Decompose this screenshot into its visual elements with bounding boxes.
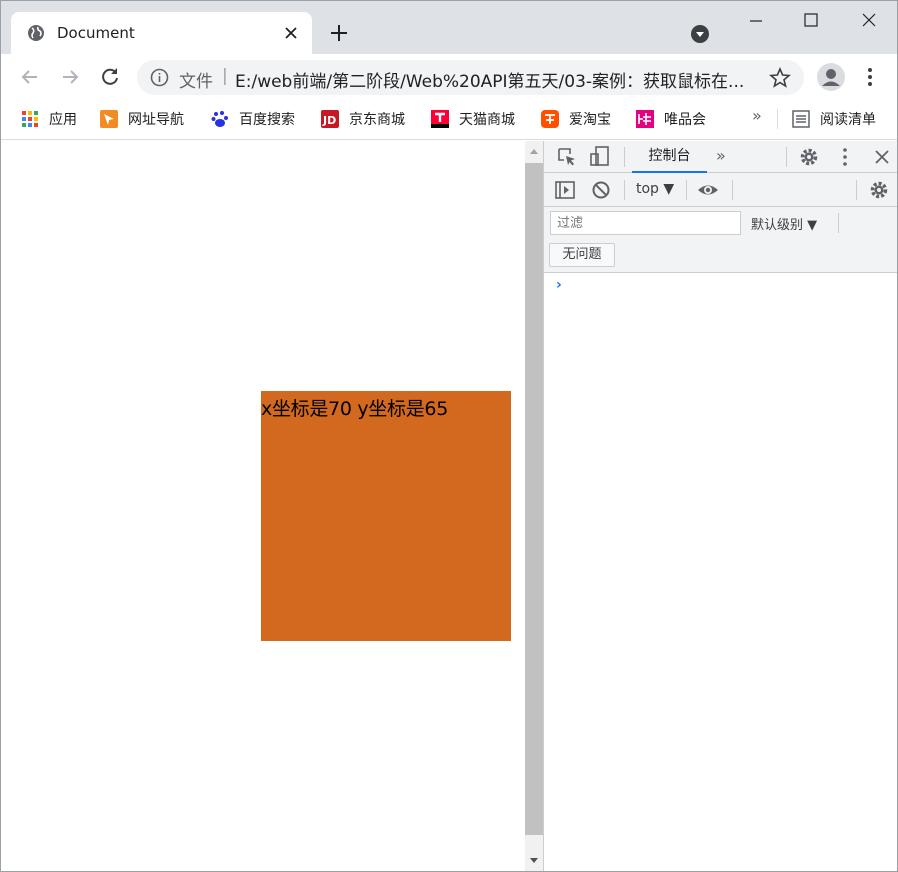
bookmark-label: 唯品会 [664,112,706,128]
back-arrow-icon[interactable] [17,64,43,90]
eye-icon[interactable] [697,179,719,201]
devtools-divider [686,180,687,200]
context-label: top [636,181,659,197]
mouse-coordinate-box[interactable]: x坐标是70 y坐标是65 [261,391,511,641]
log-levels-dropdown[interactable]: 默认级别 ▼ [751,214,817,233]
forward-arrow-icon[interactable] [57,64,83,90]
browser-window: Document 文件 | E:/web前端/第二阶段/Web%20API第五天… [0,0,898,872]
tab-console[interactable]: 控制台 [632,141,707,173]
globe-icon [28,25,44,41]
scroll-thumb[interactable] [525,163,543,835]
tab-document[interactable]: Document [11,12,312,54]
devtools-divider [624,180,625,200]
vip-logo-icon [636,110,654,128]
tab-strip: Document [1,1,897,54]
tab-search-dropdown-icon[interactable] [690,24,710,44]
settings-gear-icon[interactable] [798,146,820,168]
bookmark-jd[interactable]: JD 京东商城 [321,108,405,130]
baidu-paw-icon [211,111,228,127]
issues-button[interactable]: 无问题 [549,243,615,267]
console-settings-gear-icon[interactable] [868,179,890,201]
minimize-icon[interactable] [727,1,785,41]
window-close-icon[interactable] [839,1,897,41]
bookmark-nav[interactable]: 网址导航 [100,108,184,130]
bookmark-baidu[interactable]: 百度搜索 [211,108,295,130]
url-text[interactable]: E:/web前端/第二阶段/Web%20API第五天/03-案例：获取鼠标在..… [235,67,744,92]
bookmarks-bar: 应用 网址导航 百度搜索 JD 京东商城 天猫商城 爱淘宝 唯品会 » 阅读清单 [1,100,897,140]
profile-avatar[interactable] [817,63,845,91]
bookmark-label: 网址导航 [128,112,184,128]
bookmark-star-icon[interactable] [769,67,791,89]
address-bar[interactable]: 文件 | E:/web前端/第二阶段/Web%20API第五天/03-案例：获取… [137,60,804,95]
device-toolbar-icon[interactable] [589,145,611,167]
bookmark-label: 阅读清单 [820,112,876,128]
person-icon [822,69,840,86]
bookmarks-overflow-chevron[interactable]: » [752,106,762,125]
bookmark-label: 京东商城 [349,112,405,128]
address-separator: | [222,66,228,86]
scroll-up-arrow-icon[interactable] [529,147,539,155]
bookmark-apps[interactable]: 应用 [21,108,77,130]
bookmark-label: 爱淘宝 [569,112,611,128]
more-tabs-chevron[interactable]: » [716,146,726,165]
context-selector[interactable]: top ▼ [636,181,674,197]
devtools-divider [732,180,733,200]
tab-title: Document [57,24,135,42]
bookmark-vip[interactable]: 唯品会 [636,108,706,130]
bookmark-reading-list[interactable]: 阅读清单 [792,108,876,130]
reload-icon[interactable] [97,64,123,90]
devtools-menu-icon[interactable] [834,146,856,168]
jd-logo-icon: JD [321,110,339,128]
apps-grid-icon [22,111,38,127]
devtools-tab-bar: 控制台 » [544,141,897,173]
bookmark-taobao[interactable]: 爱淘宝 [541,108,611,130]
new-tab-plus-icon[interactable] [327,21,351,45]
issues-row: 无问题 [544,239,897,273]
bookmark-label: 百度搜索 [239,112,295,128]
bookmarks-divider [777,109,778,129]
coordinate-text: x坐标是70 y坐标是65 [261,398,448,420]
browser-toolbar: 文件 | E:/web前端/第二阶段/Web%20API第五天/03-案例：获取… [1,54,897,100]
devtools-divider [624,147,625,167]
devtools-close-icon[interactable] [871,146,893,168]
page-scrollbar[interactable] [525,141,543,871]
nav-arrow-icon [100,110,118,128]
filter-input[interactable] [550,211,741,235]
info-icon[interactable] [150,68,169,87]
page-viewport: x坐标是70 y坐标是65 [1,141,525,871]
devtools-panel: 控制台 » top ▼ 过滤 默认级别 ▼ 无问题 › [543,141,897,871]
console-toolbar: top ▼ [544,173,897,207]
scheme-label: 文件 [179,72,213,92]
taobao-logo-icon [541,110,559,128]
inspect-element-icon[interactable] [556,146,578,168]
tmall-logo-icon [431,110,449,128]
devtools-divider [786,147,787,167]
maximize-icon[interactable] [782,1,840,41]
svg-text:JD: JD [322,114,336,127]
console-filter-row: 默认级别 ▼ [544,207,897,239]
close-icon[interactable] [281,23,301,43]
devtools-divider [856,180,857,200]
bookmark-label: 应用 [49,112,77,128]
devtools-divider [838,213,839,233]
kebab-menu-icon[interactable] [859,65,881,89]
scroll-down-arrow-icon[interactable] [529,857,539,865]
console-prompt[interactable]: › [556,277,562,293]
show-sidebar-icon[interactable] [554,179,576,201]
clear-console-icon[interactable] [590,179,612,201]
reading-list-icon [792,110,810,128]
bookmark-label: 天猫商城 [459,112,515,128]
bookmark-tmall[interactable]: 天猫商城 [431,108,515,130]
